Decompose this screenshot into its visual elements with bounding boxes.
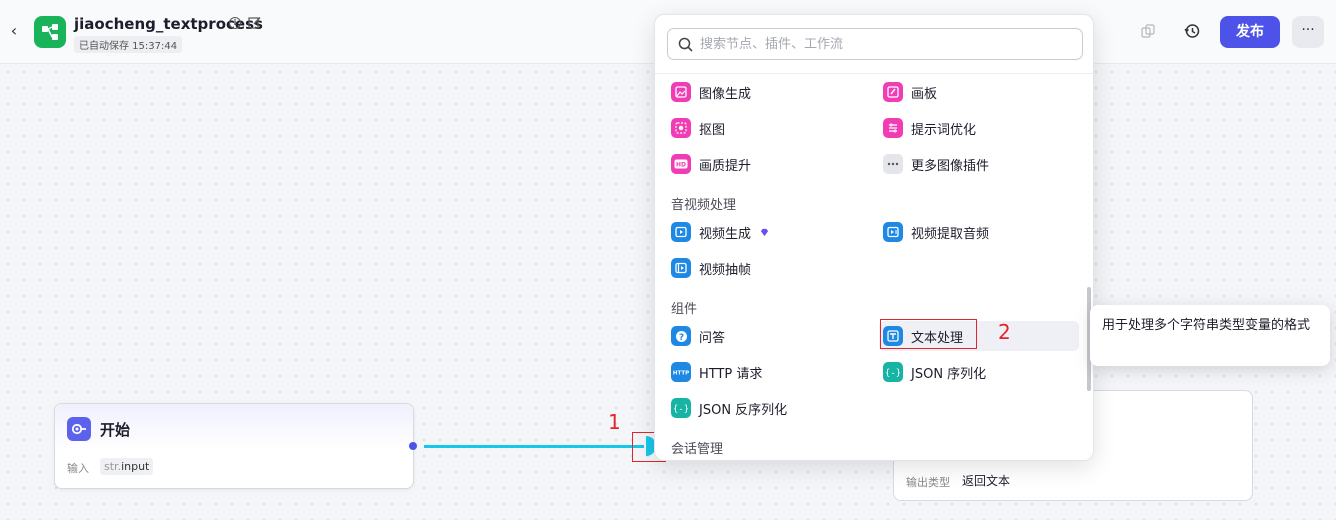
svg-text:HTTP: HTTP <box>673 371 689 377</box>
annotation-box-2 <box>880 319 977 349</box>
node-item-label: 视频抽帧 <box>699 262 752 278</box>
autosave-status: 已自动保存 15:37:44 <box>74 36 183 53</box>
http-icon: HTTP <box>671 362 691 382</box>
start-node[interactable]: 开始 输入 str.input <box>54 403 414 489</box>
edit-icon[interactable] <box>248 16 261 29</box>
node-item-label: JSON 反序列化 <box>699 402 788 418</box>
json-deserialize-icon: {-} <box>671 398 691 418</box>
start-node-icon <box>67 417 91 441</box>
video-generate-icon <box>671 222 691 242</box>
node-item-json-deserialize[interactable]: {-} JSON 反序列化 <box>671 393 871 423</box>
end-node-output-type-value: 返回文本 <box>962 474 1011 488</box>
node-item-label: 抠图 <box>699 122 726 138</box>
node-item-question[interactable]: ? 问答 <box>671 321 871 351</box>
node-item-more-image-plugins[interactable]: 更多图像插件 <box>883 149 1083 179</box>
cutout-icon <box>671 118 691 138</box>
node-item-hd-upscale[interactable]: HD 画质提升 <box>671 149 871 179</box>
svg-text:{-}: {-} <box>886 369 900 379</box>
node-item-label: 视频提取音频 <box>911 226 990 242</box>
info-icon[interactable]: i <box>229 17 241 29</box>
svg-text:HD: HD <box>676 162 686 169</box>
node-item-label: 图像生成 <box>699 86 752 102</box>
text-process-tooltip: 用于处理多个字符串类型变量的格式 <box>1090 305 1330 366</box>
annotation-number-2: 2 <box>998 320 1011 344</box>
picker-divider <box>655 73 1093 74</box>
more-dots-icon <box>883 154 903 174</box>
node-item-canvas-board[interactable]: 画板 <box>883 77 1083 107</box>
node-item-label: HTTP 请求 <box>699 366 763 382</box>
node-item-label: 画板 <box>911 86 938 102</box>
annotation-number-1: 1 <box>608 410 621 434</box>
svg-text:{-}: {-} <box>674 405 688 415</box>
section-title-session: 会话管理 <box>671 442 724 457</box>
start-node-output-port[interactable] <box>409 442 417 450</box>
node-item-label: 问答 <box>699 330 726 346</box>
node-item-cutout[interactable]: 抠图 <box>671 113 871 143</box>
video-frame-icon <box>671 258 691 278</box>
image-generate-icon <box>671 82 691 102</box>
connection-line <box>424 445 644 448</box>
search-input[interactable] <box>700 34 1070 54</box>
node-item-video-audio-extract[interactable]: 视频提取音频 <box>883 217 1083 247</box>
more-options-button[interactable]: ··· <box>1292 16 1324 48</box>
node-picker-popup: 图像生成 画板 抠图 提示词优化 HD 画质提升 更多图像插件 音视频处理 视频… <box>654 14 1094 461</box>
prompt-optimize-icon <box>883 118 903 138</box>
node-item-label: 画质提升 <box>699 158 752 174</box>
node-item-http-request[interactable]: HTTP HTTP 请求 <box>671 357 871 387</box>
question-icon: ? <box>671 326 691 346</box>
canvas-board-icon <box>883 82 903 102</box>
input-name: input <box>121 460 150 473</box>
node-item-label: 更多图像插件 <box>911 158 990 174</box>
publish-button[interactable]: 发布 <box>1220 16 1280 48</box>
section-title-components: 组件 <box>671 302 698 317</box>
premium-diamond-icon <box>760 228 769 236</box>
history-icon[interactable] <box>1184 23 1200 39</box>
start-node-input-tag: str.input <box>100 458 154 475</box>
chevron-left-icon[interactable]: ‹ <box>6 22 22 40</box>
svg-text:?: ? <box>678 332 683 342</box>
input-type: str. <box>104 460 122 473</box>
search-icon <box>678 37 693 52</box>
end-node-output-type-label: 输出类型 <box>906 476 950 489</box>
workflow-icon <box>34 16 66 48</box>
start-node-input-label: 输入 <box>67 462 89 475</box>
node-item-label: 视频生成 <box>699 226 752 242</box>
copy-icon[interactable] <box>1141 24 1155 38</box>
node-item-video-generate[interactable]: 视频生成 <box>671 217 871 247</box>
video-audio-extract-icon <box>883 222 903 242</box>
node-item-video-frame[interactable]: 视频抽帧 <box>671 253 871 283</box>
start-node-title: 开始 <box>100 421 131 439</box>
node-item-label: JSON 序列化 <box>911 366 987 382</box>
node-item-json-serialize[interactable]: {-} JSON 序列化 <box>883 357 1083 387</box>
search-box[interactable] <box>667 28 1083 60</box>
hd-upscale-icon: HD <box>671 154 691 174</box>
json-serialize-icon: {-} <box>883 362 903 382</box>
node-item-label: 提示词优化 <box>911 122 977 138</box>
section-title-audio-video: 音视频处理 <box>671 198 737 213</box>
node-item-prompt-optimize[interactable]: 提示词优化 <box>883 113 1083 143</box>
node-item-image-generate[interactable]: 图像生成 <box>671 77 871 107</box>
